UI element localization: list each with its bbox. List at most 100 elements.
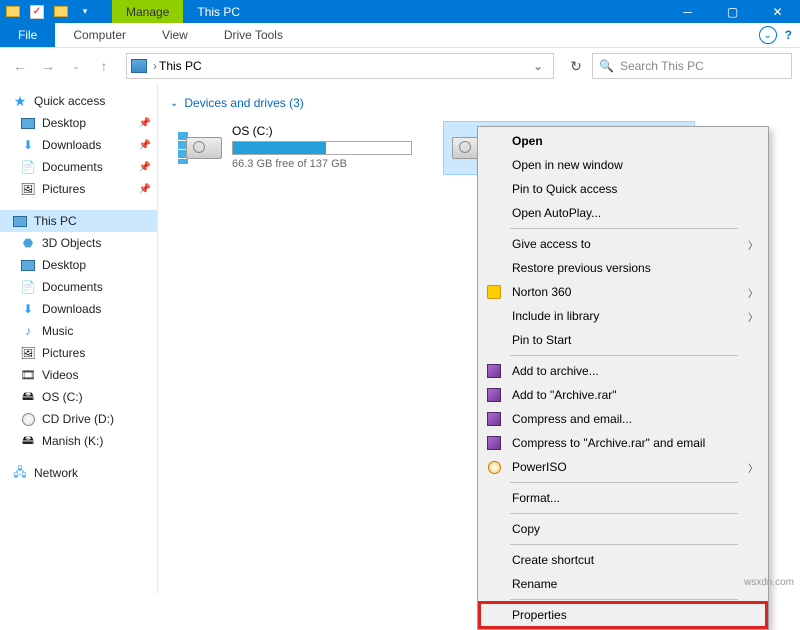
norton-icon: [487, 285, 501, 299]
rar-icon: [487, 436, 501, 450]
ctx-norton360[interactable]: Norton 360〉: [480, 280, 766, 304]
context-menu: Open Open in new window Pin to Quick acc…: [477, 126, 769, 630]
pc-icon: [131, 59, 147, 73]
pin-icon: 📌: [139, 184, 151, 195]
ctx-add-rar[interactable]: Add to "Archive.rar": [480, 383, 766, 407]
ctx-compress-email[interactable]: Compress and email...: [480, 407, 766, 431]
ctx-open-autoplay[interactable]: Open AutoPlay...: [480, 201, 766, 225]
rar-icon: [487, 364, 501, 378]
drive-icon: 🖴: [20, 389, 36, 405]
sidebar-network[interactable]: 🖧Network: [0, 462, 157, 484]
ctx-create-shortcut[interactable]: Create shortcut: [480, 548, 766, 572]
submenu-arrow-icon: 〉: [748, 285, 758, 300]
address-bar: ← → ⌄ ↑ › This PC ⌄ ↻ 🔍 Search This PC: [0, 48, 800, 84]
downloads-icon: ⬇: [20, 301, 36, 317]
contextual-tab-manage[interactable]: Manage: [112, 0, 183, 23]
titlebar: ✓ ▾ Manage This PC ─ ▢ ✕: [0, 0, 800, 23]
address-dropdown-icon[interactable]: ⌄: [527, 59, 549, 73]
downloads-icon: ⬇: [20, 137, 36, 153]
ctx-pin-start[interactable]: Pin to Start: [480, 328, 766, 352]
watermark: wsxdn.com: [744, 577, 794, 588]
ctx-separator: [510, 355, 738, 356]
ctx-poweriso[interactable]: PowerISO〉: [480, 455, 766, 479]
sidebar-item-os-c[interactable]: 🖴OS (C:): [0, 386, 157, 408]
videos-icon: 🎞: [20, 367, 36, 383]
drive-icon: 🖴: [20, 433, 36, 449]
ctx-include-library[interactable]: Include in library〉: [480, 304, 766, 328]
ctx-pin-quickaccess[interactable]: Pin to Quick access: [480, 177, 766, 201]
pictures-icon: 🖼: [20, 345, 36, 361]
sidebar-item-desktop-pc[interactable]: Desktop: [0, 254, 157, 276]
ribbon-tab-file[interactable]: File: [0, 23, 55, 47]
ctx-properties[interactable]: Properties: [480, 603, 766, 627]
back-button[interactable]: ←: [8, 54, 32, 78]
recent-dropdown-icon[interactable]: ⌄: [64, 54, 88, 78]
sidebar-item-desktop[interactable]: Desktop📌: [0, 112, 157, 134]
sidebar-thispc[interactable]: This PC: [0, 210, 157, 232]
poweriso-icon: [488, 461, 501, 474]
rar-icon: [487, 388, 501, 402]
file-explorer-icon[interactable]: [4, 3, 22, 21]
new-folder-qat-icon[interactable]: [52, 3, 70, 21]
desktop-icon: [21, 260, 35, 271]
ctx-separator: [510, 482, 738, 483]
ctx-format[interactable]: Format...: [480, 486, 766, 510]
group-header-devices[interactable]: ⌄ Devices and drives (3): [162, 92, 800, 114]
sidebar-item-downloads-pc[interactable]: ⬇Downloads: [0, 298, 157, 320]
close-button[interactable]: ✕: [755, 0, 800, 23]
ribbon-tab-view[interactable]: View: [144, 23, 206, 47]
breadcrumb-location[interactable]: This PC: [159, 59, 202, 73]
ribbon: File Computer View Drive Tools ⌄ ?: [0, 23, 800, 48]
properties-qat-icon[interactable]: ✓: [28, 3, 46, 21]
refresh-button[interactable]: ↻: [564, 54, 588, 78]
drive-os-c[interactable]: OS (C:) 66.3 GB free of 137 GB: [174, 122, 424, 174]
sidebar-item-pictures-pc[interactable]: 🖼Pictures: [0, 342, 157, 364]
maximize-button[interactable]: ▢: [710, 0, 755, 23]
submenu-arrow-icon: 〉: [748, 237, 758, 252]
drive-usage-bar: [232, 141, 412, 155]
drive-label: OS (C:): [232, 124, 422, 138]
ctx-separator: [510, 228, 738, 229]
sidebar-item-downloads[interactable]: ⬇Downloads📌: [0, 134, 157, 156]
sidebar-item-documents[interactable]: 📄Documents📌: [0, 156, 157, 178]
ribbon-tab-computer[interactable]: Computer: [55, 23, 144, 47]
pin-icon: 📌: [139, 140, 151, 151]
ribbon-tab-drivetools[interactable]: Drive Tools: [206, 23, 301, 47]
collapse-icon[interactable]: ⌄: [170, 98, 178, 109]
ctx-restore-versions[interactable]: Restore previous versions: [480, 256, 766, 280]
search-placeholder: Search This PC: [620, 59, 704, 73]
documents-icon: 📄: [20, 159, 36, 175]
help-icon[interactable]: ?: [785, 28, 792, 42]
sidebar-item-pictures[interactable]: 🖼Pictures📌: [0, 178, 157, 200]
sidebar-item-videos[interactable]: 🎞Videos: [0, 364, 157, 386]
qat-dropdown-icon[interactable]: ▾: [76, 3, 94, 21]
search-box[interactable]: 🔍 Search This PC: [592, 53, 792, 79]
ctx-rename[interactable]: Rename: [480, 572, 766, 596]
ctx-open[interactable]: Open: [480, 129, 766, 153]
quick-access-toolbar: ✓ ▾: [0, 0, 98, 23]
pin-icon: 📌: [139, 162, 151, 173]
breadcrumb-sep-icon[interactable]: ›: [153, 59, 157, 73]
documents-icon: 📄: [20, 279, 36, 295]
pin-icon: 📌: [139, 118, 151, 129]
ctx-copy[interactable]: Copy: [480, 517, 766, 541]
sidebar-item-3dobjects[interactable]: ⬣3D Objects: [0, 232, 157, 254]
drive-freespace: 66.3 GB free of 137 GB: [232, 158, 422, 170]
ctx-add-archive[interactable]: Add to archive...: [480, 359, 766, 383]
sidebar-quickaccess[interactable]: ★Quick access: [0, 90, 157, 112]
thispc-icon: [13, 216, 27, 227]
sidebar-item-cddrive[interactable]: CD Drive (D:): [0, 408, 157, 430]
submenu-arrow-icon: 〉: [748, 309, 758, 324]
sidebar-item-music[interactable]: ♪Music: [0, 320, 157, 342]
ribbon-expand-icon[interactable]: ⌄: [759, 26, 777, 44]
ctx-give-access[interactable]: Give access to〉: [480, 232, 766, 256]
sidebar-item-manish-k[interactable]: 🖴Manish (K:): [0, 430, 157, 452]
address-box[interactable]: › This PC ⌄: [126, 53, 554, 79]
up-button[interactable]: ↑: [92, 54, 116, 78]
search-icon: 🔍: [599, 59, 614, 73]
forward-button[interactable]: →: [36, 54, 60, 78]
minimize-button[interactable]: ─: [665, 0, 710, 23]
sidebar-item-documents-pc[interactable]: 📄Documents: [0, 276, 157, 298]
ctx-compress-rar-email[interactable]: Compress to "Archive.rar" and email: [480, 431, 766, 455]
ctx-open-new-window[interactable]: Open in new window: [480, 153, 766, 177]
